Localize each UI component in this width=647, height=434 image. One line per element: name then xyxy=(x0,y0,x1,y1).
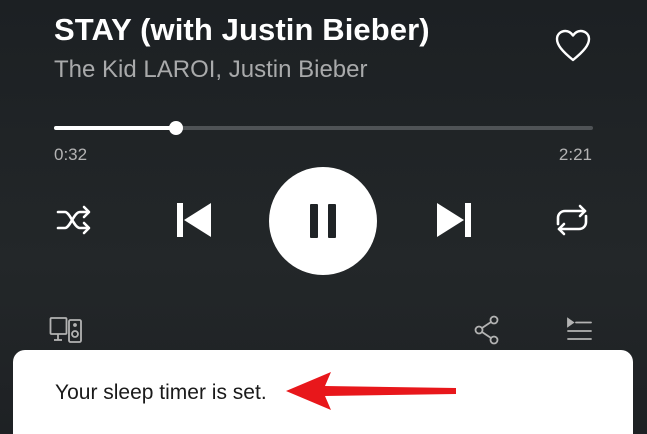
share-button[interactable] xyxy=(474,315,500,345)
pause-button[interactable] xyxy=(269,167,377,275)
track-artist[interactable]: The Kid LAROI, Justin Bieber xyxy=(54,56,367,84)
heart-icon xyxy=(555,29,591,62)
queue-button[interactable] xyxy=(565,316,593,344)
progress-bar[interactable] xyxy=(54,121,593,135)
repeat-icon xyxy=(556,204,588,236)
shuffle-button[interactable] xyxy=(54,202,94,238)
previous-button[interactable] xyxy=(174,200,214,240)
next-icon xyxy=(437,203,471,237)
connect-devices-button[interactable] xyxy=(49,316,83,344)
annotation-arrow-icon xyxy=(286,372,456,410)
track-title: STAY (with Justin Bieber) xyxy=(54,12,430,47)
previous-icon xyxy=(177,203,211,237)
toast-message: Your sleep timer is set. xyxy=(55,381,267,404)
time-total: 2:21 xyxy=(558,145,592,164)
pause-icon xyxy=(310,204,336,238)
time-elapsed: 0:32 xyxy=(54,145,88,164)
like-button[interactable] xyxy=(554,28,592,64)
queue-icon xyxy=(567,317,592,340)
next-button[interactable] xyxy=(434,200,474,240)
devices-icon xyxy=(49,317,82,343)
shuffle-icon xyxy=(56,205,91,235)
progress-fill xyxy=(54,126,177,130)
share-icon xyxy=(474,315,499,345)
repeat-button[interactable] xyxy=(552,202,592,238)
